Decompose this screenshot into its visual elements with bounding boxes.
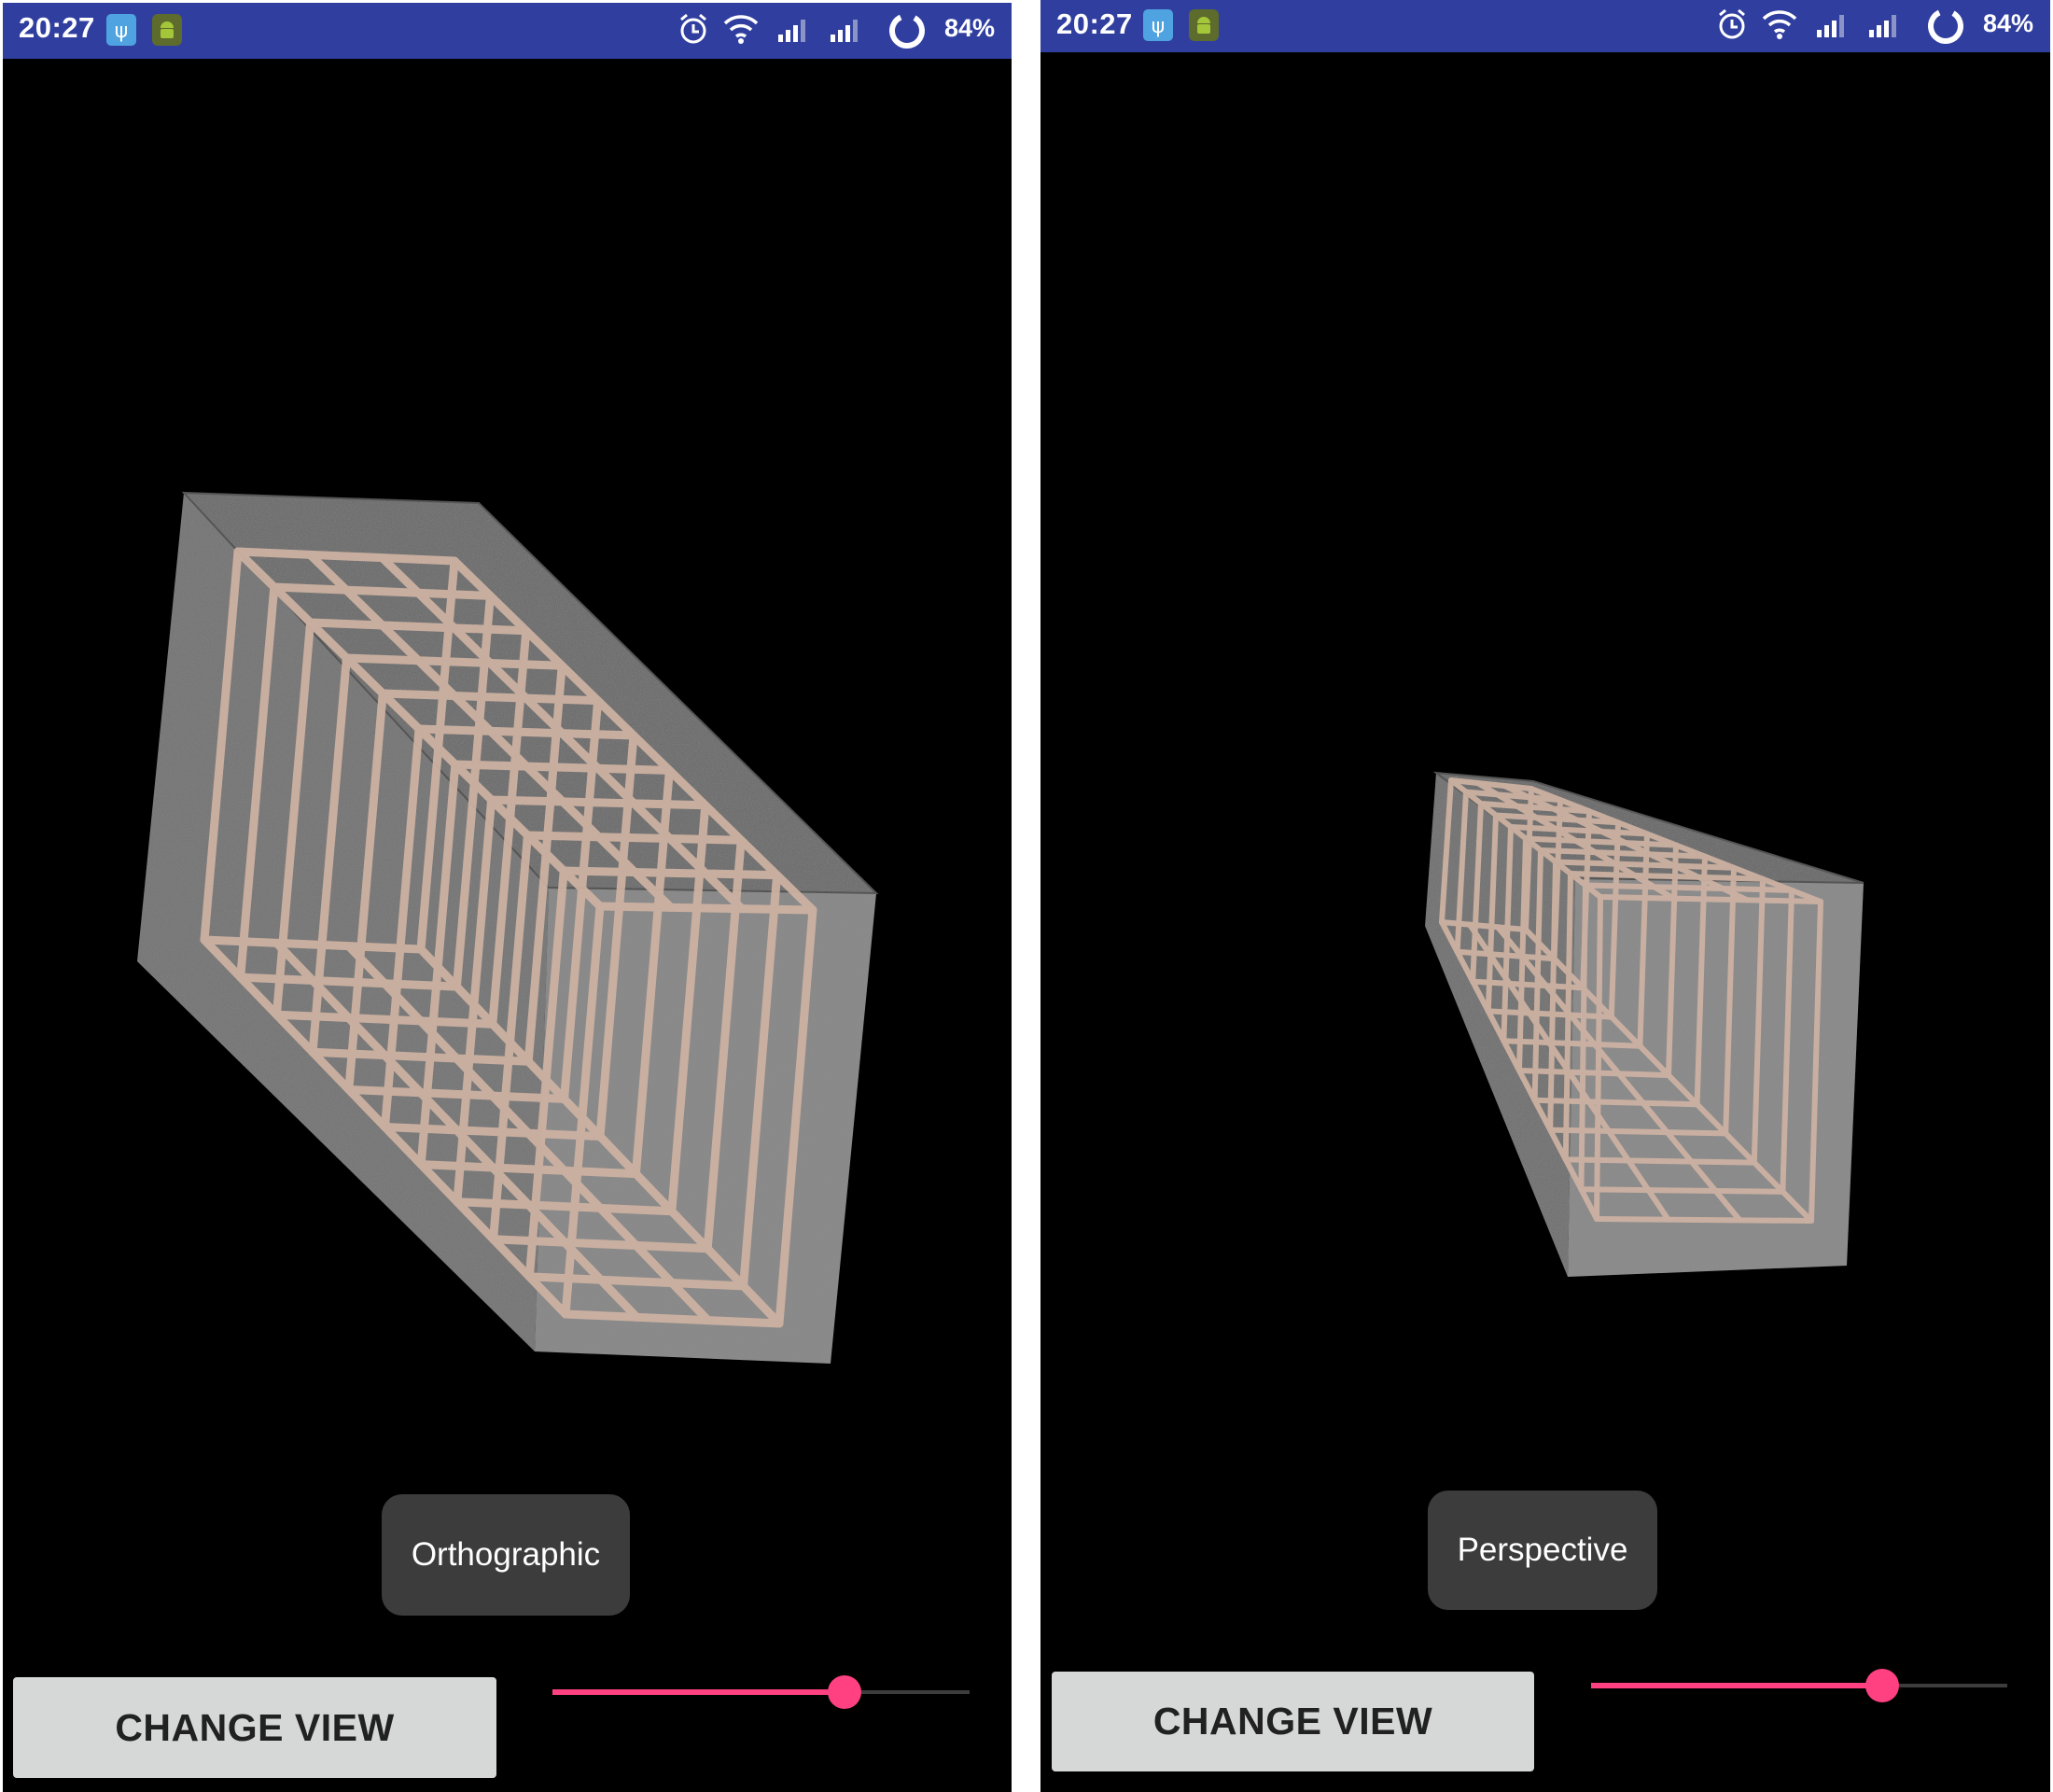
toast-message: Perspective xyxy=(1428,1491,1657,1610)
change-view-button[interactable]: CHANGE VIEW xyxy=(1052,1672,1534,1771)
battery-ring-icon xyxy=(887,10,928,56)
wifi-icon xyxy=(1761,7,1798,46)
battery-percent: 84% xyxy=(1982,9,2033,37)
phone-screen-orthographic: 20:27 ψ 84% Orthographic CHANGE VIEW xyxy=(3,3,1012,1792)
change-view-button[interactable]: CHANGE VIEW xyxy=(13,1677,496,1778)
zoom-slider[interactable] xyxy=(552,1673,970,1711)
android-debug-icon xyxy=(1189,9,1219,41)
phone-screen-perspective: 20:27 ψ 84% Perspective CHANGE VIEW xyxy=(1040,0,2050,1792)
svg-text:ψ: ψ xyxy=(115,20,129,43)
usb-icon: ψ xyxy=(106,14,136,46)
status-time: 20:27 xyxy=(19,11,95,44)
slider-fill xyxy=(1591,1683,1883,1688)
slider-thumb[interactable] xyxy=(827,1675,861,1709)
rebar-stirrup xyxy=(487,795,710,810)
signal-icon xyxy=(829,16,864,49)
svg-text:ψ: ψ xyxy=(1152,15,1166,38)
status-bar: 20:27 ψ 84% xyxy=(3,3,1012,59)
signal-icon xyxy=(1867,11,1903,44)
alarm-icon xyxy=(677,12,709,50)
signal-icon xyxy=(1815,11,1850,44)
rebar-stirrup xyxy=(451,760,674,775)
android-debug-icon xyxy=(152,14,182,46)
rebar-stirrup xyxy=(1578,1186,1786,1195)
wifi-icon xyxy=(722,12,760,50)
slider-fill xyxy=(552,1689,845,1695)
battery-percent: 84% xyxy=(943,14,995,42)
rebar-stirrup xyxy=(1562,1156,1757,1166)
toast-message: Orthographic xyxy=(382,1494,630,1616)
rebar-stirrup xyxy=(1594,1216,1814,1224)
slider-thumb[interactable] xyxy=(1865,1669,1900,1702)
status-time: 20:27 xyxy=(1056,7,1133,40)
alarm-icon xyxy=(1716,7,1748,46)
battery-ring-icon xyxy=(1925,6,1966,51)
rebar-stirrup xyxy=(559,866,782,880)
usb-icon: ψ xyxy=(1143,9,1173,41)
rebar-stirrup xyxy=(1547,1127,1729,1137)
rebar-stirrup xyxy=(523,831,746,845)
signal-icon xyxy=(776,16,812,49)
status-bar: 20:27 ψ 84% xyxy=(1040,0,2050,52)
rebar-stirrup xyxy=(1594,894,1603,1222)
rebar-stirrup xyxy=(595,902,817,915)
zoom-slider[interactable] xyxy=(1591,1667,2007,1704)
